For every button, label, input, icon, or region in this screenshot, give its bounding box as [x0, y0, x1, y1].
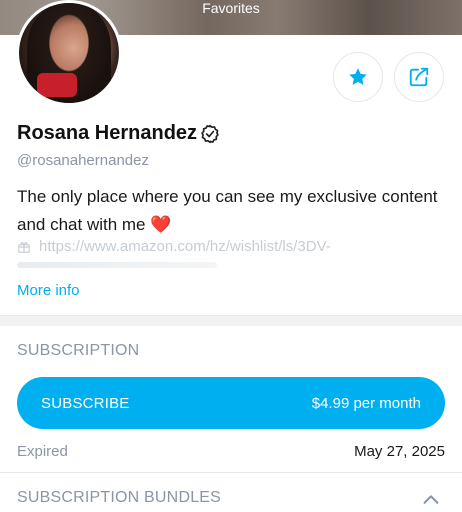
link-fade	[17, 259, 237, 271]
subscription-heading: SUBSCRIPTION	[17, 342, 140, 359]
expired-row: Expired May 27, 2025	[17, 443, 445, 460]
expired-date: May 27, 2025	[354, 443, 445, 460]
subscribe-label: SUBSCRIBE	[41, 394, 130, 412]
subscribe-price: $4.99 per month	[311, 394, 421, 412]
share-icon	[409, 67, 429, 87]
star-icon	[349, 68, 367, 85]
section-divider-line	[0, 472, 462, 473]
expired-label: Expired	[17, 443, 68, 460]
profile-link[interactable]: https://www.amazon.com/hz/wishlist/ls/3D…	[17, 238, 331, 255]
avatar[interactable]	[16, 0, 122, 106]
more-info-link[interactable]: More info	[17, 282, 80, 299]
favorite-button[interactable]	[333, 52, 383, 102]
chevron-up-icon[interactable]	[420, 489, 442, 511]
heart-emoji-icon: ❤️	[150, 215, 172, 234]
verified-badge-icon	[200, 124, 220, 144]
subscribe-button[interactable]: SUBSCRIBE $4.99 per month	[17, 377, 445, 429]
section-divider	[0, 315, 462, 326]
profile-bio: The only place where you can see my excl…	[17, 183, 447, 239]
avatar-photo	[19, 3, 119, 103]
profile-link-url[interactable]: https://www.amazon.com/hz/wishlist/ls/3D…	[39, 238, 331, 255]
profile-name-row: Rosana Hernandez	[17, 122, 220, 145]
share-button[interactable]	[394, 52, 444, 102]
bio-text: The only place where you can see my excl…	[17, 187, 438, 234]
gift-icon	[18, 241, 30, 253]
subscription-bundles-heading[interactable]: SUBSCRIPTION BUNDLES	[17, 489, 221, 507]
profile-name: Rosana Hernandez	[17, 122, 198, 144]
profile-handle: @rosanahernandez	[17, 152, 149, 169]
